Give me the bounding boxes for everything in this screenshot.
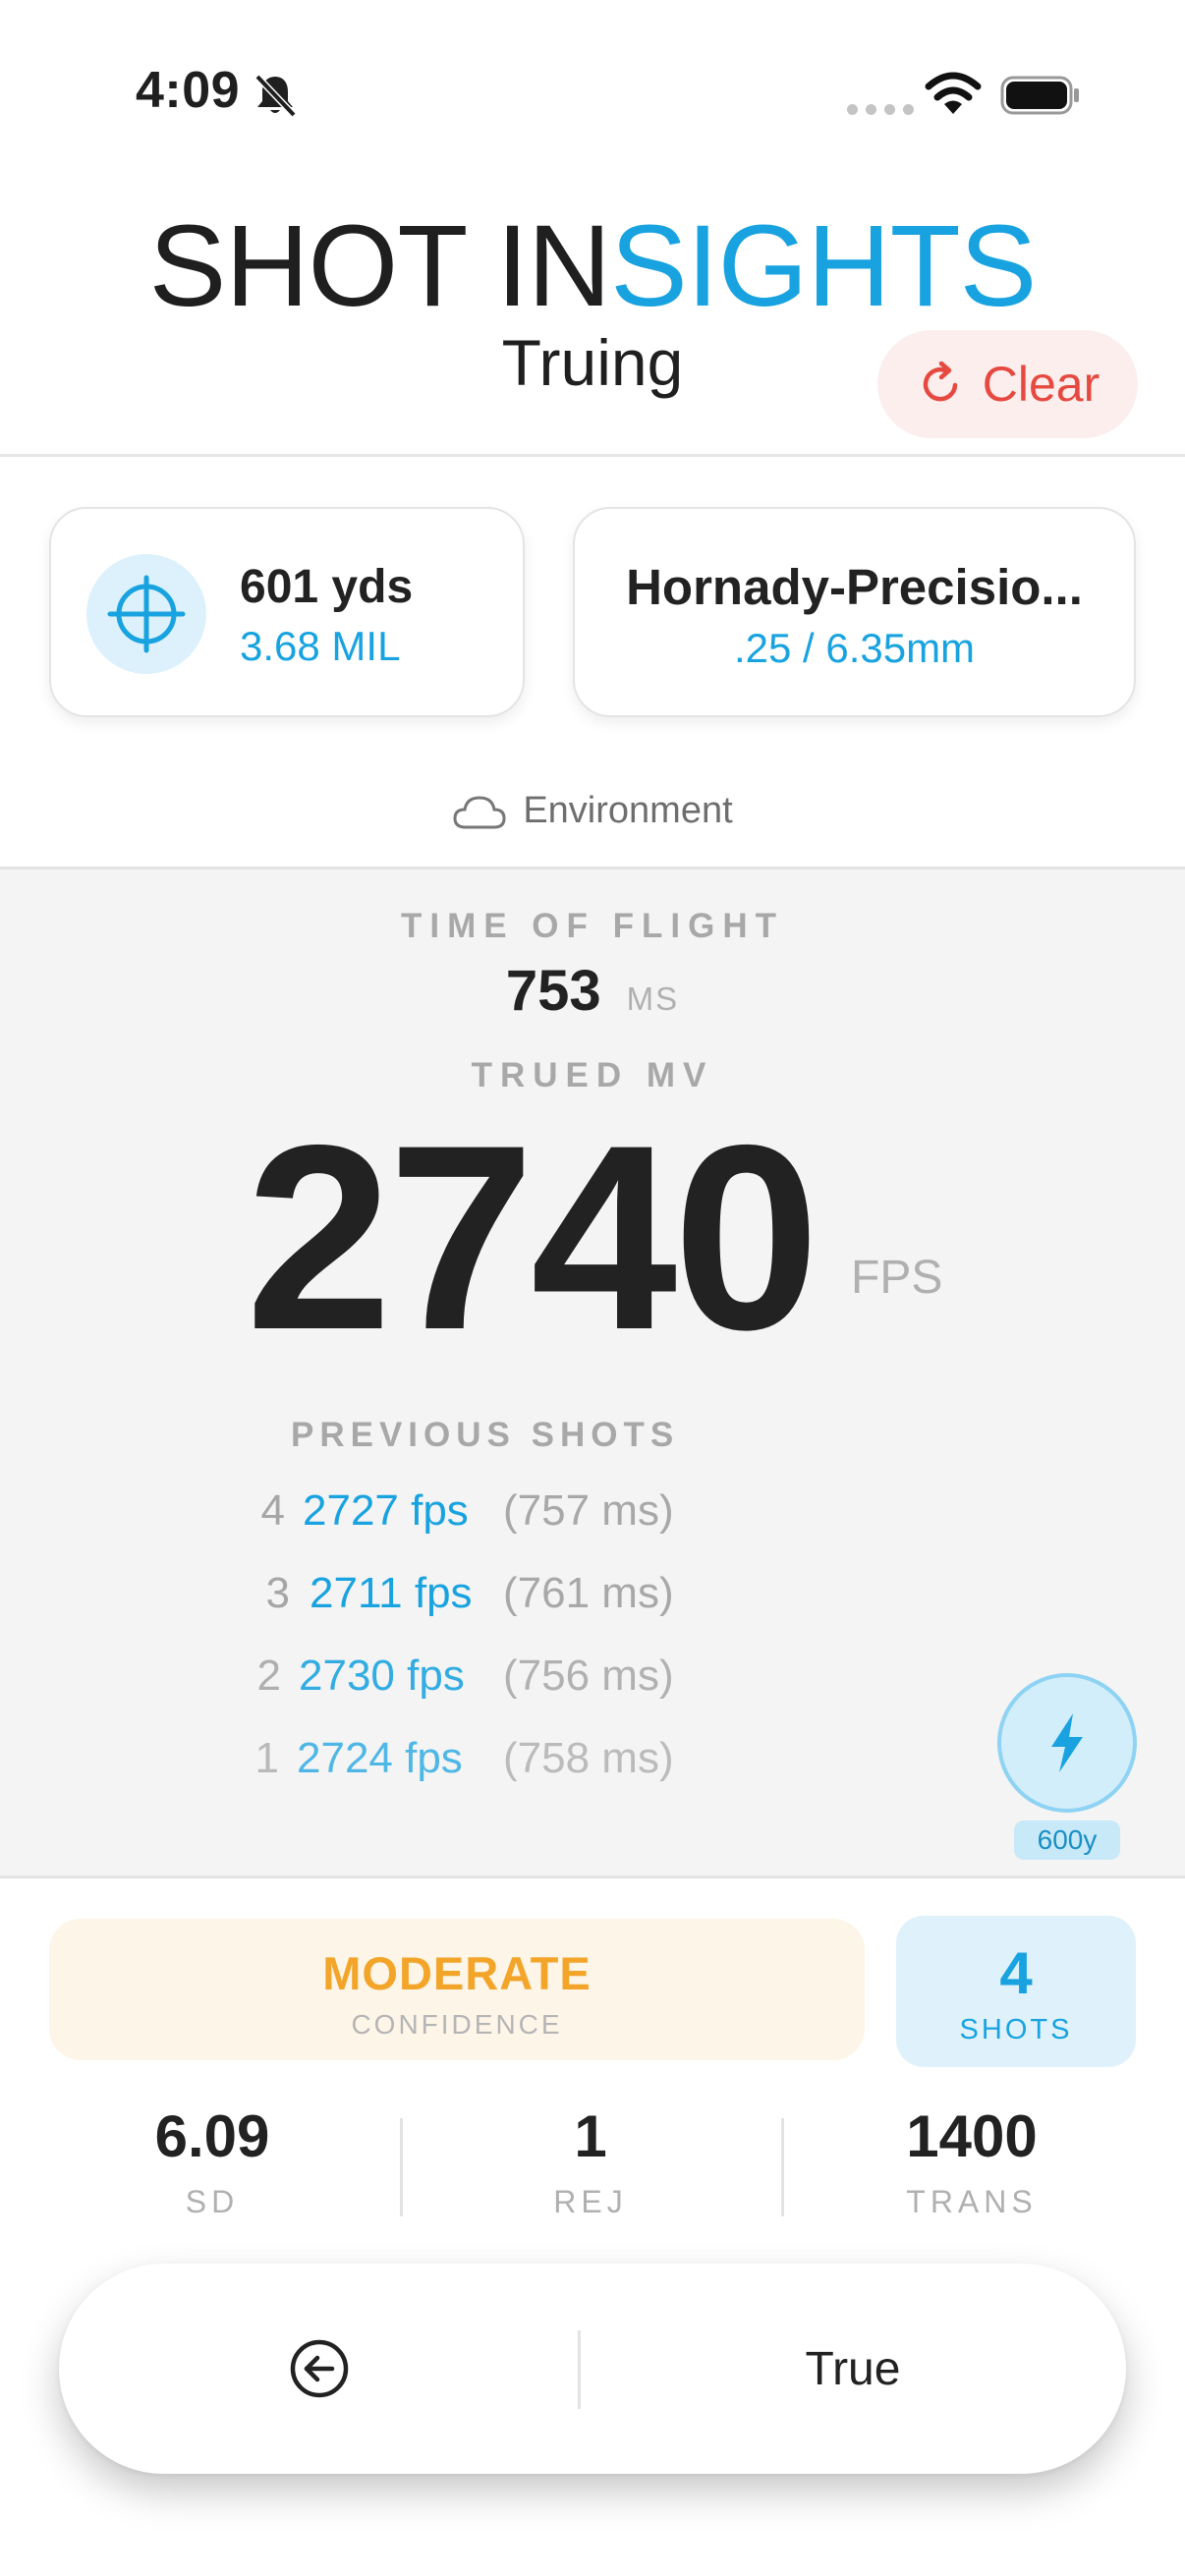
stat-rej: 1 REJ	[433, 2102, 748, 2220]
true-button[interactable]: True	[580, 2264, 1126, 2474]
environment-label: Environment	[523, 790, 733, 831]
bottom-action-bar: True	[59, 2264, 1126, 2474]
app-title-part2: SIGHTS	[610, 201, 1037, 331]
confidence-card: MODERATE CONFIDENCE	[49, 1919, 865, 2060]
shot-fps: 2727 fps	[303, 1486, 469, 1535]
range-distance: 601 yds	[240, 561, 414, 613]
quick-true-button[interactable]	[997, 1673, 1137, 1813]
cellular-signal-icon	[847, 104, 914, 115]
app-title: SHOT INSIGHTS	[0, 208, 1185, 324]
stat-divider	[781, 2118, 784, 2216]
shot-ms: (756 ms)	[503, 1652, 674, 1700]
confidence-caption: CONFIDENCE	[351, 2009, 563, 2040]
status-bar: 4:09	[0, 0, 1185, 187]
stat-divider	[400, 2118, 403, 2216]
back-button[interactable]	[59, 2264, 580, 2474]
range-card[interactable]: 601 yds 3.68 MIL	[49, 507, 525, 717]
results-panel: TIME OF FLIGHT 753 MS TRUED MV 2740 FPS P…	[0, 867, 1185, 1878]
wifi-icon	[925, 72, 982, 114]
shots-caption: SHOTS	[959, 2014, 1073, 2045]
tof-row: 753 MS	[0, 958, 1185, 1024]
ammo-card[interactable]: Hornady-Precisio... .25 / 6.35mm	[573, 507, 1136, 717]
shot-number: 1	[254, 1734, 279, 1782]
tof-value: 753	[505, 959, 601, 1023]
preset-range-badge: 600y	[1014, 1820, 1120, 1860]
shot-fps: 2730 fps	[299, 1652, 465, 1700]
header-divider	[0, 454, 1185, 457]
clear-button[interactable]: Clear	[877, 330, 1138, 438]
previous-shots-label: PREVIOUS SHOTS	[291, 1416, 680, 1454]
status-time: 4:09	[136, 62, 241, 119]
stat-trans: 1400 TRANS	[815, 2102, 1129, 2220]
stat-sd: 6.09 SD	[55, 2102, 369, 2220]
ammo-spec: .25 / 6.35mm	[733, 625, 976, 671]
shots-count: 4	[999, 1940, 1033, 2006]
tof-label: TIME OF FLIGHT	[400, 907, 785, 945]
tof-unit: MS	[626, 980, 680, 1017]
shot-ms: (761 ms)	[503, 1569, 674, 1617]
bell-slash-icon	[254, 74, 297, 118]
ammo-name: Hornady-Precisio...	[626, 559, 1083, 615]
cloud-icon	[453, 795, 506, 828]
range-mil: 3.68 MIL	[240, 623, 401, 669]
shot-number: 2	[256, 1652, 281, 1700]
trued-mv-unit: FPS	[851, 1252, 943, 1304]
stat-label: REJ	[553, 2184, 628, 2219]
confidence-level: MODERATE	[322, 1947, 592, 1999]
shot-number: 4	[260, 1486, 285, 1535]
stat-value: 1400	[906, 2103, 1038, 2169]
target-badge	[86, 554, 206, 674]
lightning-bolt-icon	[1051, 1713, 1083, 1772]
shots-card: 4 SHOTS	[896, 1916, 1136, 2067]
refresh-icon	[923, 361, 957, 402]
clear-label: Clear	[982, 357, 1100, 412]
arrow-left-circle-icon	[290, 2339, 349, 2398]
shot-fps: 2711 fps	[310, 1569, 473, 1617]
shot-ms: (757 ms)	[503, 1486, 674, 1535]
trued-mv-value: 2740	[246, 1090, 819, 1384]
stat-value: 6.09	[154, 2103, 270, 2169]
environment-button[interactable]: Environment	[0, 790, 1185, 832]
shot-fps: 2724 fps	[297, 1734, 463, 1782]
battery-icon	[1000, 76, 1079, 115]
shot-ms: (758 ms)	[503, 1734, 674, 1782]
shot-number: 3	[265, 1569, 290, 1617]
stat-label: TRANS	[906, 2184, 1038, 2219]
app-title-part1: SHOT IN	[148, 201, 611, 331]
crosshair-icon	[107, 575, 186, 653]
stat-value: 1	[574, 2103, 607, 2169]
stat-label: SD	[185, 2184, 240, 2219]
